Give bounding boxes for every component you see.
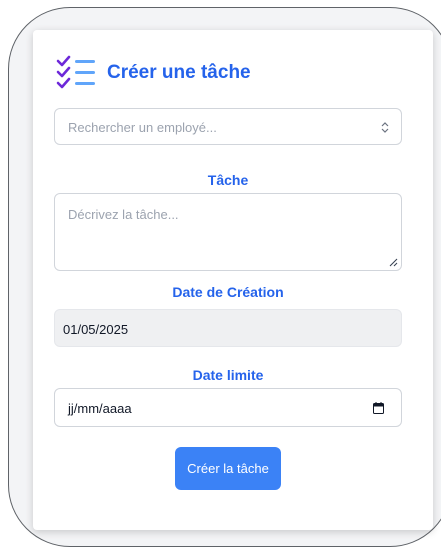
- checklist-icon: [56, 55, 95, 89]
- task-textarea-placeholder: Décrivez la tâche...: [68, 207, 179, 222]
- calendar-icon[interactable]: [373, 402, 384, 414]
- creation-date-value: 01/05/2025: [63, 322, 129, 337]
- deadline-label: Date limite: [192, 367, 264, 383]
- task-label: Tâche: [207, 172, 249, 188]
- creation-date-label: Date de Création: [172, 284, 284, 300]
- employee-search-select[interactable]: Rechercher un employé...: [54, 108, 402, 145]
- resize-handle-icon[interactable]: [389, 258, 398, 267]
- form-title: Créer une tâche: [107, 62, 251, 83]
- employee-select-placeholder: Rechercher un employé...: [68, 120, 217, 135]
- deadline-date-input[interactable]: jj/mm/aaaa: [54, 388, 402, 427]
- select-arrows-icon: [381, 122, 389, 133]
- task-description-textarea[interactable]: Décrivez la tâche...: [54, 193, 402, 271]
- creation-date-field: 01/05/2025: [54, 309, 402, 347]
- form-header: Créer une tâche: [55, 55, 251, 91]
- create-task-button[interactable]: Créer la tâche: [175, 447, 281, 490]
- deadline-placeholder: jj/mm/aaaa: [68, 401, 132, 416]
